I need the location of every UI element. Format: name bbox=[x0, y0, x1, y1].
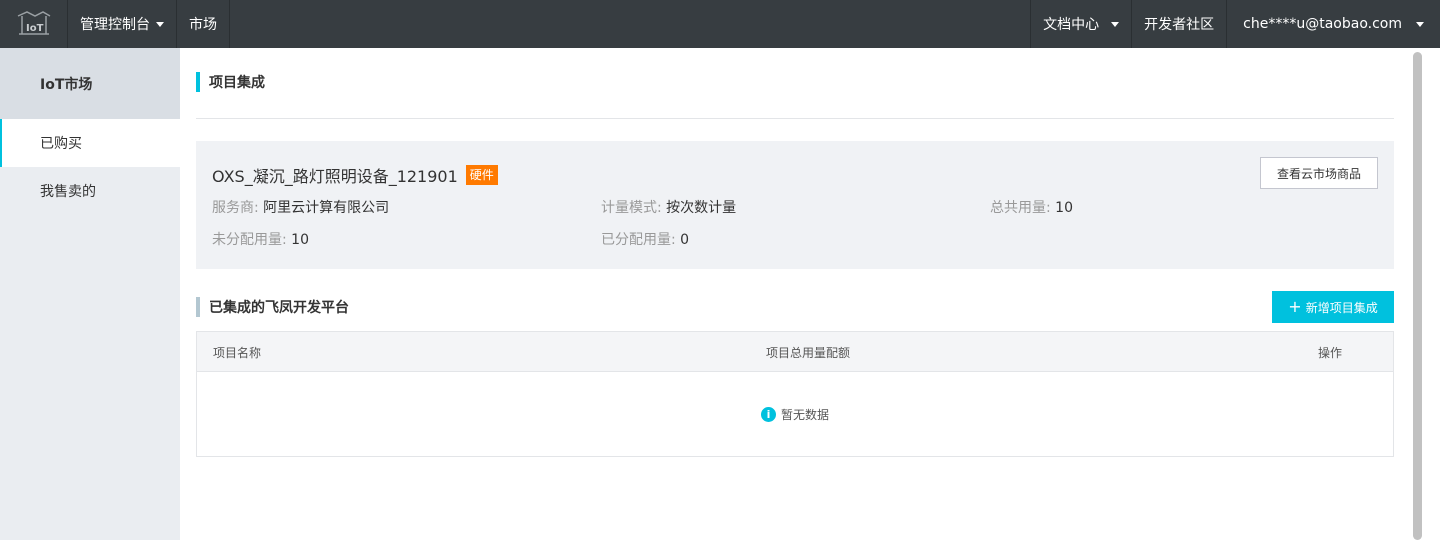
info-icon: i bbox=[760, 406, 776, 422]
iot-logo-icon: IoT bbox=[17, 11, 50, 35]
console-menu[interactable]: 管理控制台 bbox=[68, 0, 177, 48]
section-title-bar bbox=[196, 72, 200, 92]
unallocated-usage-field: 未分配用量: 10 bbox=[212, 229, 309, 249]
product-card: OXS_凝沉_路灯照明设备_121901 硬件 查看云市场商品 服务商: 阿里云… bbox=[196, 141, 1394, 269]
sidebar-item-label: 我售卖的 bbox=[40, 184, 96, 200]
product-name: OXS_凝沉_路灯照明设备_121901 bbox=[212, 167, 458, 186]
provider-value: 阿里云计算有限公司 bbox=[263, 200, 390, 216]
unallocated-value: 10 bbox=[291, 232, 309, 248]
unallocated-label: 未分配用量: bbox=[212, 232, 287, 248]
topbar-spacer bbox=[230, 0, 1032, 48]
add-project-integration-button[interactable]: + 新增项目集成 bbox=[1272, 291, 1394, 323]
dev-community-link[interactable]: 开发者社区 bbox=[1132, 0, 1228, 48]
table-empty-state: i 暂无数据 bbox=[197, 372, 1393, 456]
section-title-text: 已集成的飞凤开发平台 bbox=[209, 300, 349, 316]
billing-mode-field: 计量模式: 按次数计量 bbox=[601, 197, 736, 217]
sidebar: IoT市场 已购买 我售卖的 bbox=[0, 48, 180, 540]
sidebar-item-label: 已购买 bbox=[40, 136, 82, 152]
chevron-down-icon bbox=[1416, 21, 1424, 27]
sidebar-item-purchased[interactable]: 已购买 bbox=[0, 119, 180, 167]
user-email: che****u@taobao.com bbox=[1243, 16, 1402, 32]
divider bbox=[196, 118, 1394, 119]
plus-icon: + bbox=[1288, 297, 1302, 316]
console-label: 管理控制台 bbox=[80, 17, 150, 33]
main-content: 项目集成 OXS_凝沉_路灯照明设备_121901 硬件 查看云市场商品 服务商… bbox=[196, 48, 1394, 540]
product-name-row: OXS_凝沉_路灯照明设备_121901 硬件 bbox=[212, 163, 498, 187]
provider-label: 服务商: bbox=[212, 200, 259, 216]
section-title-project-integration: 项目集成 bbox=[196, 72, 265, 92]
top-navigation-bar: IoT 管理控制台 市场 文档中心 开发者社区 che****u@taobao.… bbox=[0, 0, 1440, 48]
market-link[interactable]: 市场 bbox=[177, 0, 230, 48]
column-header-quota: 项目总用量配额 bbox=[766, 346, 851, 360]
sidebar-header: IoT市场 bbox=[0, 48, 180, 119]
billing-mode-value: 按次数计量 bbox=[666, 200, 737, 216]
column-header-actions: 操作 bbox=[1318, 346, 1343, 360]
iot-logo[interactable]: IoT bbox=[0, 0, 68, 48]
vertical-scrollbar[interactable] bbox=[1410, 48, 1440, 540]
sidebar-item-selling[interactable]: 我售卖的 bbox=[0, 167, 180, 215]
view-market-product-button[interactable]: 查看云市场商品 bbox=[1260, 157, 1378, 189]
total-usage-value: 10 bbox=[1055, 200, 1073, 216]
chevron-down-icon bbox=[156, 21, 164, 27]
chevron-down-icon bbox=[1111, 21, 1120, 27]
total-usage-label: 总共用量: bbox=[990, 200, 1051, 216]
user-menu[interactable]: che****u@taobao.com bbox=[1227, 0, 1440, 48]
section-title-bar bbox=[196, 297, 200, 317]
billing-mode-label: 计量模式: bbox=[601, 200, 662, 216]
docs-menu[interactable]: 文档中心 bbox=[1031, 0, 1133, 48]
scrollbar-thumb[interactable] bbox=[1413, 52, 1422, 540]
docs-label: 文档中心 bbox=[1043, 17, 1100, 33]
section-title-integrated-platforms: 已集成的飞凤开发平台 bbox=[196, 297, 349, 317]
empty-text: 暂无数据 bbox=[780, 407, 829, 422]
allocated-value: 0 bbox=[680, 232, 690, 248]
total-usage-field: 总共用量: 10 bbox=[990, 197, 1073, 217]
integration-table: 项目名称 项目总用量配额 操作 i 暂无数据 bbox=[196, 331, 1394, 457]
svg-text:IoT: IoT bbox=[26, 23, 44, 34]
table-header: 项目名称 项目总用量配额 操作 bbox=[197, 332, 1393, 372]
allocated-label: 已分配用量: bbox=[601, 232, 676, 248]
provider-field: 服务商: 阿里云计算有限公司 bbox=[212, 197, 389, 217]
market-label: 市场 bbox=[189, 17, 217, 33]
dev-community-label: 开发者社区 bbox=[1144, 17, 1215, 33]
allocated-usage-field: 已分配用量: 0 bbox=[601, 229, 689, 249]
hardware-tag: 硬件 bbox=[465, 165, 498, 185]
add-button-label: 新增项目集成 bbox=[1305, 300, 1378, 315]
column-header-project-name: 项目名称 bbox=[213, 346, 262, 360]
section-title-text: 项目集成 bbox=[209, 75, 265, 91]
